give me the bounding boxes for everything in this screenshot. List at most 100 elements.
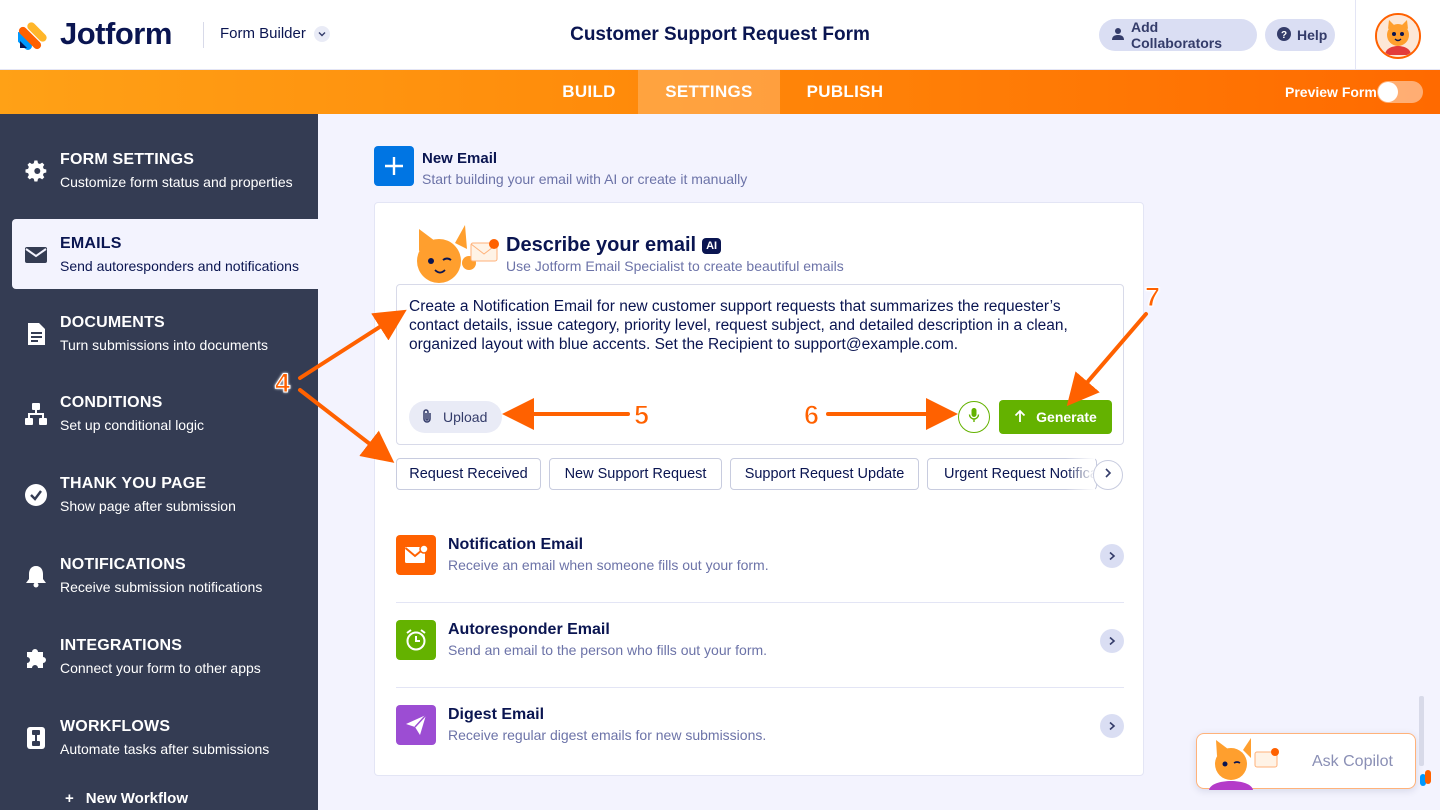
chips-fade	[1065, 458, 1095, 490]
svg-text:?: ?	[1281, 30, 1287, 41]
annotation-label: 4	[274, 368, 291, 399]
sidebar-item-title: INTEGRATIONS	[60, 637, 183, 654]
suggestion-chip[interactable]: Request Received	[396, 458, 541, 490]
generate-label: Generate	[1036, 409, 1097, 425]
document-icon	[24, 322, 48, 346]
brand-name: Jotform	[60, 16, 172, 51]
add-collaborators-button[interactable]: Add Collaborators	[1099, 19, 1257, 51]
tab-settings[interactable]: SETTINGS	[638, 70, 780, 114]
settings-sidebar: FORM SETTINGS Customize form status and …	[0, 114, 318, 810]
email-prompt-box[interactable]: Create a Notification Email for new cust…	[396, 284, 1124, 445]
paperclip-icon	[421, 408, 433, 427]
chevron-right-icon[interactable]	[1100, 714, 1124, 738]
sidebar-item-title: FORM SETTINGS	[60, 151, 195, 168]
paper-plane-icon	[396, 705, 436, 745]
sidebar-item-title: THANK YOU PAGE	[60, 475, 207, 492]
sidebar-item-title: WORKFLOWS	[60, 718, 171, 735]
sidebar-item-title: EMAILS	[60, 235, 122, 252]
user-icon	[1111, 27, 1125, 44]
sidebar-item-subtitle: Set up conditional logic	[60, 417, 204, 433]
sidebar-item-subtitle: Customize form status and properties	[60, 174, 293, 190]
describe-email-heading: Describe your email	[506, 234, 697, 256]
header-divider-right	[1355, 0, 1356, 70]
sidebar-item-subtitle: Turn submissions into documents	[60, 337, 269, 353]
email-option-title: Notification Email	[448, 536, 584, 553]
upload-button[interactable]: Upload	[409, 401, 502, 433]
generate-button[interactable]: Generate	[999, 400, 1112, 434]
ai-badge: AI	[702, 237, 722, 254]
form-builder-dropdown[interactable]: Form Builder	[220, 25, 330, 42]
chevron-right-icon[interactable]	[1100, 544, 1124, 568]
alarm-clock-icon	[396, 620, 436, 660]
notification-email-option[interactable]: Notification Email Receive an email when…	[396, 518, 1124, 603]
email-option-subtitle: Send an email to the person who fills ou…	[448, 642, 768, 658]
tab-build[interactable]: BUILD	[540, 70, 638, 114]
ask-copilot-label: Ask Copilot	[1312, 753, 1393, 770]
new-workflow-label: New Workflow	[85, 790, 188, 807]
email-option-subtitle: Receive regular digest emails for new su…	[448, 727, 767, 743]
new-workflow-button[interactable]: + New Workflow	[65, 790, 188, 807]
chips-next-button[interactable]	[1093, 460, 1123, 490]
help-button[interactable]: ? Help	[1265, 19, 1335, 51]
email-prompt-input[interactable]: Create a Notification Email for new cust…	[409, 297, 1113, 354]
sidebar-item-subtitle: Receive submission notifications	[60, 579, 263, 595]
chevron-right-icon[interactable]	[1100, 629, 1124, 653]
header-divider	[203, 22, 204, 48]
form-builder-label: Form Builder	[220, 25, 306, 42]
upload-label: Upload	[443, 409, 488, 425]
sidebar-item-documents[interactable]: DOCUMENTS Turn submissions into document…	[0, 298, 318, 368]
plus-icon	[385, 157, 403, 175]
describe-email-subtitle: Use Jotform Email Specialist to create b…	[506, 258, 844, 274]
email-option-title: Digest Email	[448, 706, 545, 723]
jotform-logo[interactable]: Jotform	[14, 16, 172, 52]
bell-icon	[24, 564, 48, 588]
sidebar-item-subtitle: Show page after submission	[60, 498, 236, 514]
chevron-right-icon	[1103, 466, 1113, 484]
plus-icon: +	[65, 790, 74, 807]
sidebar-item-emails[interactable]: EMAILS Send autoresponders and notificat…	[12, 219, 318, 289]
digest-email-option[interactable]: Digest Email Receive regular digest emai…	[396, 688, 1124, 773]
sitemap-icon	[24, 402, 48, 426]
suggestion-chip[interactable]: Support Request Update	[730, 458, 919, 490]
jotform-vertical-logo	[1416, 690, 1436, 790]
sidebar-item-form-settings[interactable]: FORM SETTINGS Customize form status and …	[0, 135, 318, 205]
sidebar-item-workflows[interactable]: WORKFLOWS Automate tasks after submissio…	[0, 702, 318, 772]
sidebar-item-integrations[interactable]: INTEGRATIONS Connect your form to other …	[0, 621, 318, 691]
copilot-mascot-icon	[1209, 738, 1279, 790]
sidebar-item-thank-you-page[interactable]: THANK YOU PAGE Show page after submissio…	[0, 459, 318, 529]
new-email-subtitle: Start building your email with AI or cre…	[422, 171, 748, 187]
annotation-label: 6	[803, 400, 820, 431]
gear-icon	[24, 159, 48, 183]
user-avatar[interactable]	[1375, 13, 1421, 59]
sidebar-item-subtitle: Connect your form to other apps	[60, 660, 261, 676]
sidebar-item-conditions[interactable]: CONDITIONS Set up conditional logic	[0, 378, 318, 448]
settings-navbar: BUILD SETTINGS PUBLISH Preview Form	[0, 70, 1440, 114]
notification-envelope-icon	[396, 535, 436, 575]
preview-form-label: Preview Form	[1285, 84, 1377, 100]
jotform-logo-icon	[14, 18, 50, 50]
help-label: Help	[1297, 27, 1328, 43]
describe-email-title: Describe your email AI	[506, 234, 722, 257]
annotation-label: 7	[1144, 282, 1161, 313]
arrow-up-icon	[1014, 409, 1026, 426]
sidebar-item-subtitle: Send autoresponders and notifications	[60, 258, 299, 274]
microphone-button[interactable]	[958, 401, 990, 433]
sidebar-item-notifications[interactable]: NOTIFICATIONS Receive submission notific…	[0, 540, 318, 610]
microphone-icon	[968, 407, 980, 428]
annotation-label: 5	[633, 400, 650, 431]
preview-form-toggle[interactable]	[1377, 81, 1423, 103]
toggle-knob	[1378, 82, 1398, 102]
sidebar-item-title: CONDITIONS	[60, 394, 163, 411]
email-option-subtitle: Receive an email when someone fills out …	[448, 557, 769, 573]
add-email-button[interactable]	[374, 146, 414, 186]
puzzle-icon	[24, 645, 48, 669]
ask-copilot-button[interactable]: Ask Copilot	[1196, 733, 1416, 790]
autoresponder-email-option[interactable]: Autoresponder Email Send an email to the…	[396, 603, 1124, 688]
tab-publish[interactable]: PUBLISH	[780, 70, 910, 114]
suggestion-chip[interactable]: New Support Request	[549, 458, 722, 490]
envelope-icon	[24, 243, 48, 267]
check-circle-icon	[24, 483, 48, 507]
sidebar-item-title: DOCUMENTS	[60, 314, 165, 331]
sidebar-item-subtitle: Automate tasks after submissions	[60, 741, 270, 757]
email-builder-card: Describe your email AI Use Jotform Email…	[374, 202, 1144, 776]
